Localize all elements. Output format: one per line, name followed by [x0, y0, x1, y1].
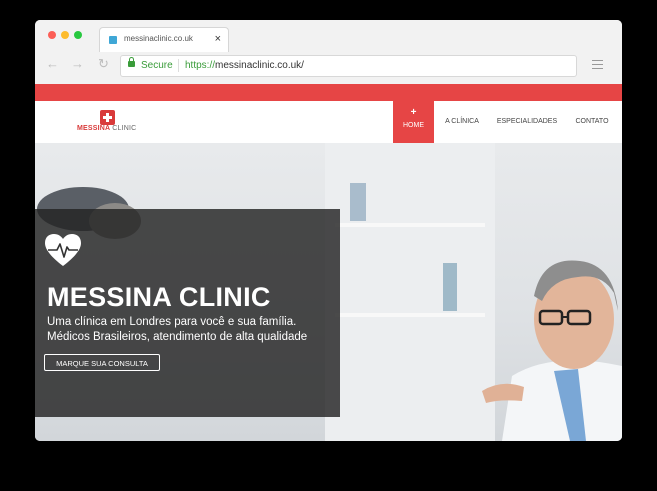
- medical-cross-icon: [100, 110, 115, 125]
- logo-main-text: MESSINA: [77, 125, 111, 132]
- heart-pulse-icon: [45, 234, 81, 266]
- web-page: MESSINA CLINIC + HOME A CLÍNICA ESPECIAL…: [35, 84, 622, 441]
- book-appointment-button[interactable]: MARQUE SUA CONSULTA: [44, 354, 160, 371]
- logo-sub-text: CLINIC: [112, 125, 137, 132]
- top-accent-bar: [35, 84, 622, 101]
- hero-title: MESSINA CLINIC: [47, 282, 271, 312]
- hero-subtitle-line: Uma clínica em Londres para você e sua f…: [47, 316, 297, 328]
- nav-item-specialties[interactable]: ESPECIALIDADES: [496, 101, 558, 143]
- browser-menu-icon[interactable]: [592, 60, 603, 72]
- tab-title: messinaclinic.co.uk: [124, 34, 193, 43]
- background-binder: [350, 183, 366, 221]
- background-shelf-board: [335, 313, 485, 317]
- browser-tab[interactable]: messinaclinic.co.uk ×: [99, 27, 229, 52]
- secure-label: Secure: [141, 60, 173, 71]
- minimize-window-button[interactable]: [61, 31, 69, 39]
- address-divider: [178, 59, 179, 72]
- arrow-right-icon[interactable]: →: [71, 57, 84, 71]
- nav-item-home-label: HOME: [403, 122, 424, 129]
- nav-item-contact[interactable]: CONTATO: [572, 101, 612, 143]
- browser-chrome: messinaclinic.co.uk × ← → ↻ Secure https…: [35, 20, 622, 85]
- lock-icon: [128, 57, 135, 67]
- site-header: MESSINA CLINIC + HOME A CLÍNICA ESPECIAL…: [35, 101, 622, 143]
- url-text[interactable]: https://messinaclinic.co.uk/: [185, 60, 304, 71]
- url-scheme: https://: [185, 60, 216, 71]
- hero-subtitle: Uma clínica em Londres para você e sua f…: [47, 315, 307, 345]
- browser-window: messinaclinic.co.uk × ← → ↻ Secure https…: [35, 20, 622, 441]
- hero-overlay-panel: MESSINA CLINIC Uma clínica em Londres pa…: [35, 209, 340, 417]
- nav-item-clinic[interactable]: A CLÍNICA: [443, 101, 481, 143]
- tab-close-icon[interactable]: ×: [215, 32, 221, 46]
- close-window-button[interactable]: [48, 31, 56, 39]
- doctor-photo: [482, 260, 622, 441]
- arrow-left-icon[interactable]: ←: [46, 57, 59, 71]
- reload-icon[interactable]: ↻: [98, 57, 109, 71]
- favicon-icon: [109, 36, 117, 44]
- background-shelf-board: [335, 223, 485, 227]
- hero-subtitle-line: Médicos Brasileiros, atendimento de alta…: [47, 331, 308, 343]
- plus-icon: +: [410, 107, 417, 118]
- address-bar[interactable]: Secure https://messinaclinic.co.uk/: [120, 55, 577, 77]
- maximize-window-button[interactable]: [74, 31, 82, 39]
- nav-item-home[interactable]: + HOME: [393, 101, 434, 143]
- url-host: messinaclinic.co.uk/: [215, 60, 304, 71]
- hero-banner: MESSINA CLINIC Uma clínica em Londres pa…: [35, 143, 622, 441]
- background-binder: [443, 263, 457, 311]
